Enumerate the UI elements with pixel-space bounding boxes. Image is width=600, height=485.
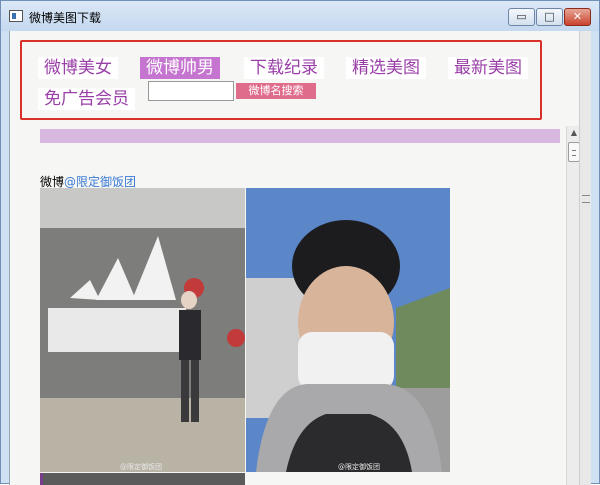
nav-item-ad-free-member[interactable]: 免广告会员	[38, 88, 135, 110]
photo-adidas-wall[interactable]: @限定御饭团	[40, 188, 245, 472]
weibo-name-search-button[interactable]: 微博名搜索	[236, 83, 316, 99]
nav-item-download-history[interactable]: 下载纪录	[244, 57, 324, 79]
nav-item-featured[interactable]: 精选美图	[346, 57, 426, 79]
content-scrollbar[interactable]: ▲	[566, 126, 580, 485]
photo-watermark: @限定御饭团	[338, 463, 380, 471]
app-icon	[9, 10, 23, 22]
window-scrollbar[interactable]	[579, 31, 591, 485]
minimize-button[interactable]: ▭	[508, 8, 535, 26]
title-bar[interactable]: 微博美图下载 ▭ □ ✕	[1, 1, 599, 31]
nav-item-beauty[interactable]: 微博美女	[38, 57, 118, 79]
maximize-button[interactable]: □	[536, 8, 563, 26]
nav-item-handsome[interactable]: 微博帅男	[140, 57, 220, 79]
scroll-grip-icon[interactable]	[582, 195, 590, 203]
post-user-link[interactable]: @限定御饭团	[64, 175, 136, 189]
window-title: 微博美图下载	[29, 11, 102, 25]
close-button[interactable]: ✕	[564, 8, 591, 26]
nav-item-latest[interactable]: 最新美图	[448, 57, 528, 79]
photo-masked-man[interactable]: @限定御饭团	[246, 188, 450, 472]
post-prefix: 微博	[40, 175, 65, 189]
divider-bar	[40, 129, 560, 143]
photo-watermark: @限定御饭团	[120, 463, 162, 471]
masked-man-illustration	[246, 188, 450, 472]
adidas-wall-illustration	[40, 188, 245, 472]
weibo-name-search-input[interactable]	[148, 81, 234, 101]
photo-partial[interactable]	[40, 473, 245, 485]
app-window: 微博美图下载 ▭ □ ✕ 微博美女 微博帅男 下载纪录 精选美图 最新美图 免广…	[0, 0, 600, 485]
client-area: 微博美女 微博帅男 下载纪录 精选美图 最新美图 免广告会员 微博名搜索 微博@…	[9, 31, 591, 485]
